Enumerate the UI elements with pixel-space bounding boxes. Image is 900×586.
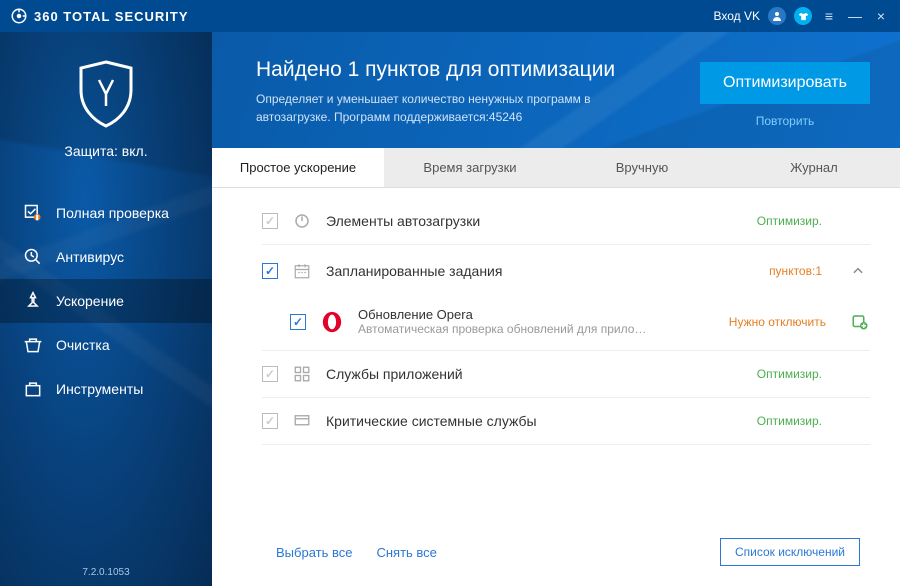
menu-icon[interactable]: ≡ bbox=[820, 8, 838, 24]
opera-icon bbox=[320, 310, 344, 334]
tab-manual[interactable]: Вручную bbox=[556, 148, 728, 187]
theme-icon[interactable] bbox=[794, 7, 812, 25]
minimize-icon[interactable]: — bbox=[846, 8, 864, 24]
power-icon bbox=[292, 212, 312, 230]
item-checkbox[interactable] bbox=[290, 314, 306, 330]
fullscan-icon: ! bbox=[22, 203, 44, 223]
antivirus-icon bbox=[22, 247, 44, 267]
section-status: пунктов:1 bbox=[742, 264, 822, 278]
section-status: Оптимизир. bbox=[742, 214, 822, 228]
item-status: Нужно отключить bbox=[729, 315, 826, 329]
speedup-icon bbox=[22, 291, 44, 311]
logo-icon bbox=[10, 7, 28, 25]
app-brand: 360 TOTAL SECURITY bbox=[34, 9, 189, 24]
section-checkbox[interactable] bbox=[262, 263, 278, 279]
section-title: Службы приложений bbox=[326, 366, 728, 382]
section-checkbox[interactable] bbox=[262, 413, 278, 429]
sidebar-item-label: Антивирус bbox=[56, 249, 124, 265]
section-title: Критические системные службы bbox=[326, 413, 728, 429]
deselect-all-link[interactable]: Снять все bbox=[376, 545, 436, 560]
disable-action-icon[interactable] bbox=[850, 313, 870, 331]
protection-status: Защита: вкл. bbox=[0, 143, 212, 159]
item-title: Обновление Opera bbox=[358, 307, 715, 322]
collapse-icon[interactable] bbox=[846, 259, 870, 283]
tools-icon bbox=[22, 379, 44, 399]
exclusions-button[interactable]: Список исключений bbox=[720, 538, 860, 566]
sidebar-item-speedup[interactable]: Ускорение bbox=[0, 279, 212, 323]
close-icon[interactable]: × bbox=[872, 8, 890, 24]
retry-link[interactable]: Повторить bbox=[700, 114, 870, 128]
scheduled-task-row: Обновление Opera Автоматическая проверка… bbox=[262, 297, 870, 350]
section-title: Запланированные задания bbox=[326, 263, 728, 279]
item-subtitle: Автоматическая проверка обновлений для п… bbox=[358, 322, 715, 336]
sidebar-item-fullscan[interactable]: ! Полная проверка bbox=[0, 191, 212, 235]
header-desc: Определяет и уменьшает количество ненужн… bbox=[256, 90, 636, 126]
system-icon bbox=[292, 412, 312, 430]
sidebar-item-cleanup[interactable]: Очистка bbox=[0, 323, 212, 367]
user-icon[interactable] bbox=[768, 7, 786, 25]
shield-icon bbox=[77, 115, 135, 132]
select-all-link[interactable]: Выбрать все bbox=[276, 545, 352, 560]
login-link[interactable]: Вход VK bbox=[714, 9, 761, 23]
section-status: Оптимизир. bbox=[742, 367, 822, 381]
optimize-button[interactable]: Оптимизировать bbox=[700, 62, 870, 104]
sidebar-item-label: Полная проверка bbox=[56, 205, 169, 221]
sidebar-item-label: Ускорение bbox=[56, 293, 124, 309]
app-logo: 360 TOTAL SECURITY bbox=[10, 7, 189, 25]
tab-simple[interactable]: Простое ускорение bbox=[212, 148, 384, 187]
tab-log[interactable]: Журнал bbox=[728, 148, 900, 187]
section-checkbox[interactable] bbox=[262, 366, 278, 382]
section-title: Элементы автозагрузки bbox=[326, 213, 728, 229]
section-status: Оптимизир. bbox=[742, 414, 822, 428]
calendar-icon bbox=[292, 262, 312, 280]
cleanup-icon bbox=[22, 335, 44, 355]
sidebar-item-tools[interactable]: Инструменты bbox=[0, 367, 212, 411]
sidebar-item-antivirus[interactable]: Антивирус bbox=[0, 235, 212, 279]
sidebar-item-label: Инструменты bbox=[56, 381, 143, 397]
sidebar-item-label: Очистка bbox=[56, 337, 110, 353]
version-label: 7.2.0.1053 bbox=[0, 567, 212, 578]
section-checkbox[interactable] bbox=[262, 213, 278, 229]
apps-icon bbox=[292, 365, 312, 383]
tab-boottime[interactable]: Время загрузки bbox=[384, 148, 556, 187]
